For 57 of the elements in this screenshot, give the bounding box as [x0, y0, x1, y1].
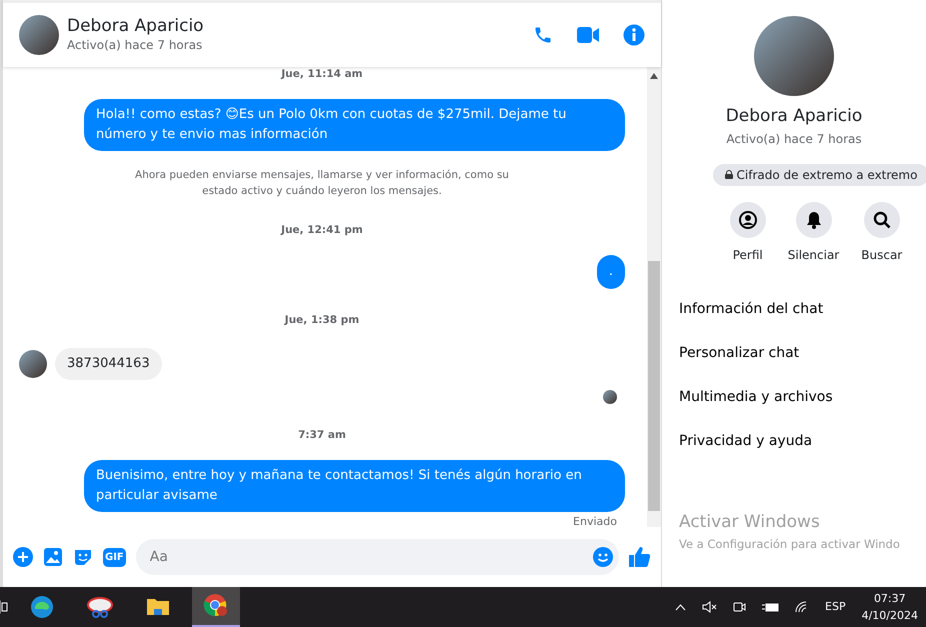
seen-avatar [603, 390, 617, 404]
phone-icon[interactable] [533, 25, 553, 45]
contact-name: Debora Aparicio [726, 105, 862, 128]
action-button[interactable] [730, 202, 766, 238]
action-button[interactable] [864, 202, 900, 238]
action-label: Buscar [861, 246, 902, 264]
profile-icon [738, 210, 757, 228]
scissors-icon [86, 595, 114, 619]
delivery-status: Enviado [573, 514, 617, 527]
thumbs-up-icon[interactable] [629, 546, 651, 568]
contact-status: Activo(a) hace 7 horas [726, 130, 862, 148]
encryption-label: Cifrado de extremo a extremo [736, 166, 918, 184]
browser-icon [30, 595, 54, 619]
system-notice: Ahora pueden enviarse mensajes, llamarse y ver información, como su estado activo y cuándo leyeron los mensajes. [134, 168, 510, 199]
timestamp: Jue, 11:14 am [280, 67, 364, 82]
battery-icon[interactable] [762, 602, 780, 612]
gif-button[interactable]: GIF [103, 548, 126, 566]
contact-name: Debora Aparicio [67, 16, 204, 36]
image-icon[interactable] [43, 547, 63, 567]
folder-icon [146, 597, 170, 617]
action-label: Silenciar [788, 246, 840, 264]
muted-speaker-icon[interactable] [702, 601, 718, 613]
message-bubble: Buenisimo, entre hoy y mañana te contactamos! Si tenés algún horario en particular avisame [84, 460, 625, 512]
contact-status: Activo(a) hace 7 horas [67, 37, 204, 54]
sticker-icon[interactable] [73, 547, 93, 567]
action-button[interactable] [796, 202, 832, 238]
chevron-up-icon[interactable] [675, 604, 686, 610]
scrollbar-thumb[interactable] [648, 261, 660, 511]
browser-icon [203, 593, 229, 619]
info-icon[interactable] [623, 24, 645, 46]
watermark-title: Activar Windows [679, 511, 821, 534]
smiley-icon[interactable] [593, 547, 613, 567]
menu-item[interactable]: Información del chat [662, 288, 926, 332]
action-label: Perfil [732, 246, 763, 264]
bell-icon [806, 210, 822, 228]
message-bubble: 3873044163 [55, 348, 162, 380]
lock-icon [724, 170, 733, 179]
timestamp: Jue, 1:38 pm [283, 312, 360, 328]
language-indicator[interactable]: ESP [825, 598, 846, 616]
search-icon [872, 210, 891, 228]
watermark-text: Ve a Configuración para activar Windo [679, 536, 901, 553]
message-bubble: Hola!! como estas? 😊Es un Polo 0km con cuotas de $275mil. Dejame tu número y te envio mas información [84, 98, 625, 151]
avatar [19, 350, 47, 378]
menu-item[interactable]: Privacidad y ayuda [662, 420, 926, 464]
plus-icon[interactable] [13, 547, 33, 567]
timestamp: Jue, 12:41 pm [280, 222, 364, 238]
clock[interactable]: 07:37 4/10/2024 [862, 590, 918, 624]
message-bubble: . [596, 254, 625, 288]
timestamp: 7:37 am [297, 428, 347, 444]
scroll-up-icon[interactable] [650, 73, 658, 79]
camera-icon[interactable] [733, 600, 746, 614]
message-composer[interactable]: Aa [136, 539, 619, 575]
menu-item[interactable]: Multimedia y archivos [662, 376, 926, 420]
message-input-field[interactable]: Aa [148, 546, 593, 568]
video-camera-icon[interactable] [577, 26, 599, 44]
avatar[interactable] [19, 15, 59, 55]
menu-item[interactable]: Personalizar chat [662, 332, 926, 376]
